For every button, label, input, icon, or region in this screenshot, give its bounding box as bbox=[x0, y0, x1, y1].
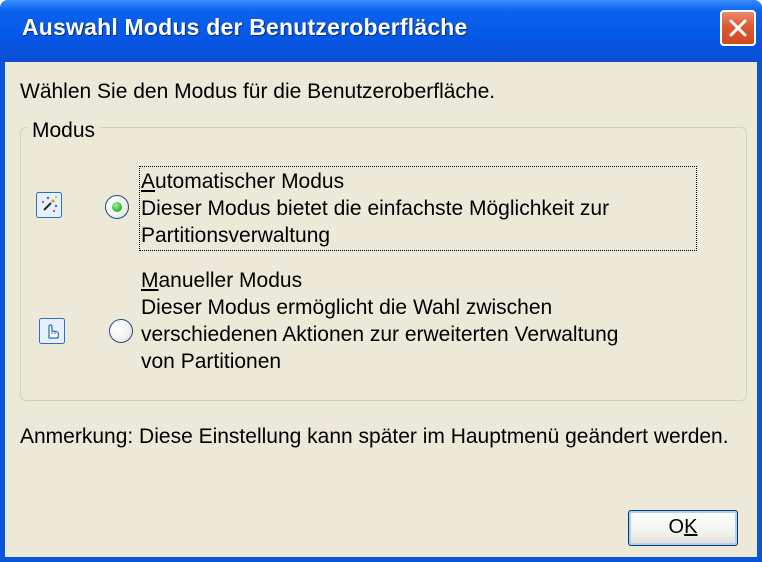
note-text: Anmerkung: Diese Einstellung kann später… bbox=[20, 425, 729, 448]
hand-pointer-icon bbox=[39, 318, 65, 344]
window-title: Auswahl Modus der Benutzeroberfläche bbox=[22, 14, 468, 40]
option-automatic-mode-label[interactable]: Automatischer Modus Dieser Modus bietet … bbox=[139, 166, 697, 251]
option-automatic-description-line1: Dieser Modus bietet die einfachste Mögli… bbox=[141, 197, 610, 220]
radio-manual-mode[interactable] bbox=[109, 319, 133, 343]
radio-selected-dot bbox=[112, 202, 122, 212]
dialog-body: Wählen Sie den Modus für die Benutzerobe… bbox=[5, 62, 757, 557]
option-manual-description-line3: von Partitionen bbox=[141, 350, 282, 373]
option-automatic-description-line2: Partitionsverwaltung bbox=[141, 224, 331, 247]
option-manual-accesskey: M bbox=[141, 269, 159, 292]
ok-button-label-prefix: O bbox=[668, 516, 685, 538]
option-manual-description-line1: Dieser Modus ermöglicht die Wahl zwische… bbox=[141, 296, 553, 319]
option-manual-mode-label[interactable]: Manueller Modus Dieser Modus ermöglicht … bbox=[141, 267, 721, 375]
option-manual-title: anueller Modus bbox=[158, 269, 303, 292]
mode-group-legend: Modus bbox=[27, 119, 101, 143]
dialog-window: Auswahl Modus der Benutzeroberfläche Wäh… bbox=[0, 0, 762, 562]
option-automatic-title: utomatischer Modus bbox=[155, 170, 345, 193]
radio-automatic-mode[interactable] bbox=[105, 195, 129, 219]
option-manual-description-line2: verschiedenen Aktionen zur erweiterten V… bbox=[141, 323, 619, 346]
title-bar[interactable]: Auswahl Modus der Benutzeroberfläche bbox=[0, 0, 762, 62]
wand-sparkle-icon bbox=[36, 192, 62, 218]
ok-button-accesskey: K bbox=[684, 516, 698, 538]
option-automatic-accesskey: A bbox=[141, 170, 156, 193]
close-button[interactable] bbox=[720, 10, 756, 46]
intro-text: Wählen Sie den Modus für die Benutzerobe… bbox=[20, 80, 496, 103]
close-icon bbox=[729, 19, 747, 37]
ok-button[interactable]: OK bbox=[628, 510, 738, 546]
